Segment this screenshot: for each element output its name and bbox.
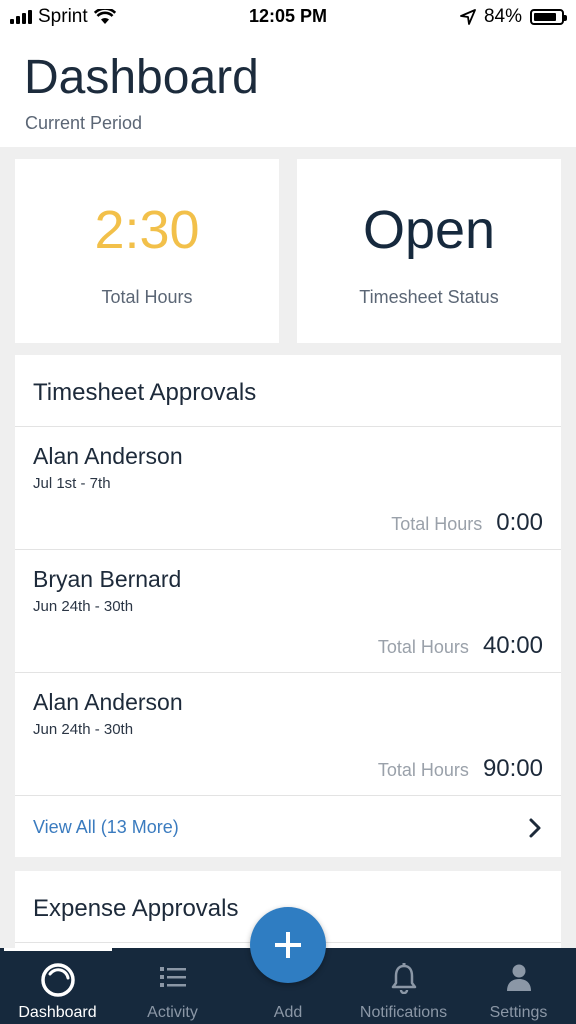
approval-row[interactable]: Alan Anderson Jun 24th - 30th Total Hour… bbox=[15, 673, 561, 795]
divider bbox=[15, 795, 561, 796]
timesheet-status-label: Timesheet Status bbox=[359, 287, 499, 307]
battery-icon bbox=[530, 9, 567, 25]
approval-row-total-value: 40:00 bbox=[482, 632, 543, 659]
status-right: 84% bbox=[460, 6, 567, 28]
status-bar: Sprint 12:05 PM 84% bbox=[0, 0, 576, 34]
tab-activity[interactable]: Activity bbox=[115, 948, 230, 1024]
view-all-link[interactable]: View All (13 More) bbox=[33, 817, 179, 838]
approval-row-total-value: 90:00 bbox=[482, 755, 543, 782]
page-header: Dashboard Current Period bbox=[0, 34, 576, 147]
approval-row-total: Total Hours 40:00 bbox=[378, 632, 543, 660]
approval-row-dates: Jun 24th - 30th bbox=[33, 721, 134, 738]
approval-row-name: Alan Anderson bbox=[33, 443, 183, 469]
approval-row-total: Total Hours 0:00 bbox=[391, 509, 543, 537]
timesheet-approvals-card: Timesheet Approvals Alan Anderson Jul 1s… bbox=[15, 355, 561, 857]
tab-label: Dashboard bbox=[18, 1004, 97, 1021]
dashboard-ring-icon bbox=[40, 963, 75, 997]
approval-row-total-label: Total Hours bbox=[377, 637, 469, 657]
expense-approvals-title: Expense Approvals bbox=[33, 895, 239, 922]
total-hours-card[interactable]: 2:30 Total Hours bbox=[15, 159, 279, 343]
timesheet-approvals-title: Timesheet Approvals bbox=[33, 379, 257, 406]
timesheet-status-card[interactable]: Open Timesheet Status bbox=[297, 159, 561, 343]
approval-row-total: Total Hours 90:00 bbox=[378, 755, 543, 783]
approval-row-name: Bryan Bernard bbox=[33, 566, 182, 592]
tab-label: Activity bbox=[147, 1004, 198, 1021]
approval-row-dates: Jun 24th - 30th bbox=[33, 598, 134, 615]
tab-label: Notifications bbox=[359, 1004, 448, 1021]
location-arrow-icon bbox=[460, 9, 476, 25]
approval-row[interactable]: Bryan Bernard Jun 24th - 30th Total Hour… bbox=[15, 550, 561, 672]
plus-icon bbox=[275, 932, 301, 958]
battery-fill bbox=[534, 13, 556, 21]
page-subtitle: Current Period bbox=[25, 113, 143, 133]
approval-row-total-value: 0:00 bbox=[496, 509, 543, 536]
timesheet-status-value: Open bbox=[362, 200, 496, 260]
tab-label: Add bbox=[273, 1004, 303, 1021]
tab-label: Settings bbox=[489, 1004, 548, 1021]
tab-notifications[interactable]: Notifications bbox=[346, 948, 461, 1024]
approval-row-dates: Jul 1st - 7th bbox=[33, 475, 111, 492]
tab-settings[interactable]: Settings bbox=[461, 948, 576, 1024]
approval-row-name: Alan Anderson bbox=[33, 689, 183, 715]
total-hours-value: 2:30 bbox=[94, 200, 200, 260]
bell-icon bbox=[391, 963, 416, 994]
tab-dashboard[interactable]: Dashboard bbox=[0, 948, 115, 1024]
add-button[interactable] bbox=[250, 907, 326, 983]
page-title: Dashboard bbox=[24, 51, 259, 104]
battery-percent: 84% bbox=[483, 6, 522, 27]
person-icon bbox=[506, 964, 531, 991]
approval-row[interactable]: Alan Anderson Jul 1st - 7th Total Hours … bbox=[15, 427, 561, 549]
approval-row-total-label: Total Hours bbox=[391, 514, 483, 534]
approval-row-total-label: Total Hours bbox=[377, 760, 469, 780]
list-icon bbox=[159, 967, 186, 987]
total-hours-label: Total Hours bbox=[101, 287, 193, 307]
chevron-right-icon[interactable] bbox=[525, 817, 545, 839]
